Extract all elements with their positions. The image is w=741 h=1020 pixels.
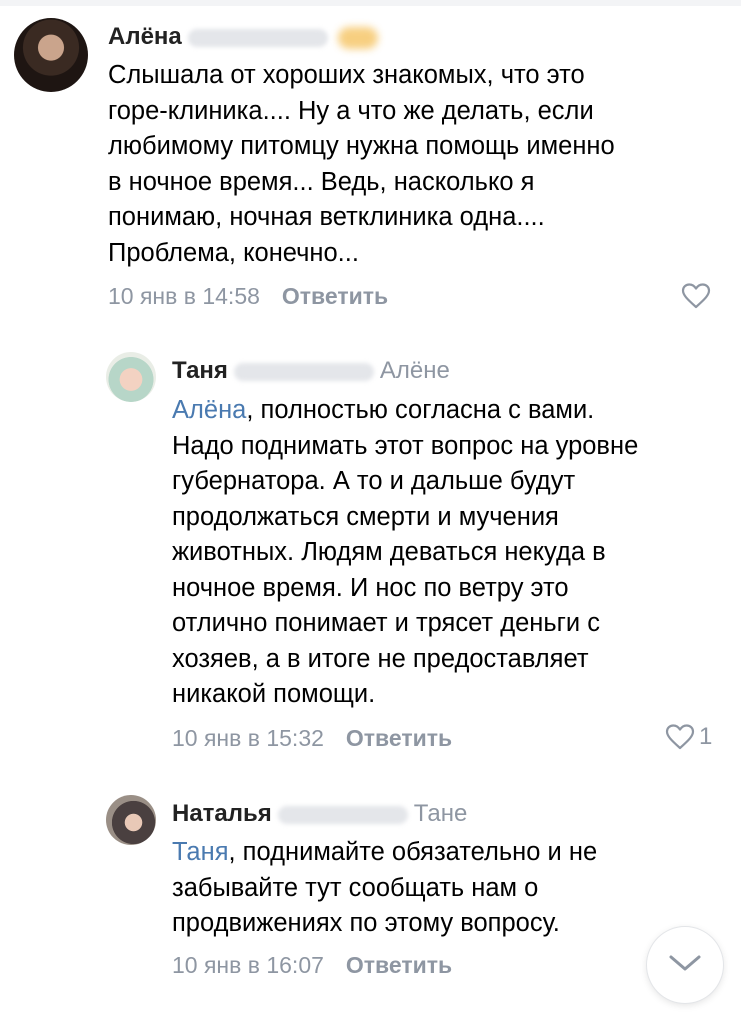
comment-header: Таня Алёне — [172, 356, 450, 386]
mention-link[interactable]: Таня — [172, 838, 229, 866]
blurred-surname — [233, 362, 374, 381]
reply-button[interactable]: Ответить — [346, 952, 452, 978]
like-button[interactable] — [681, 283, 715, 309]
author-name[interactable]: Таня — [172, 357, 228, 384]
comment-body: , полностью согласна с вами. Надо подним… — [172, 396, 639, 708]
comment-header: Алёна — [108, 22, 378, 52]
reply-button[interactable]: Ответить — [346, 725, 452, 751]
comment-date[interactable]: 10 янв в 15:32 — [172, 725, 324, 751]
reply-button[interactable]: Ответить — [282, 283, 388, 309]
scroll-down-button[interactable] — [647, 927, 723, 1003]
avatar[interactable] — [14, 18, 88, 92]
comment-meta: 10 янв в 16:07 Ответить — [172, 951, 452, 979]
comment-date[interactable]: 10 янв в 16:07 — [172, 952, 324, 978]
like-count: 1 — [699, 723, 713, 750]
comment-meta: 10 янв в 14:58 Ответить — [108, 282, 388, 310]
author-name[interactable]: Алёна — [108, 23, 182, 50]
heart-outline-icon — [665, 724, 695, 750]
mention-link[interactable]: Алёна — [172, 396, 246, 424]
like-button[interactable]: 1 — [665, 723, 712, 751]
blurred-emoji — [337, 26, 378, 49]
avatar[interactable] — [106, 352, 156, 402]
comment-text: Таня, поднимайте обязательно и не забыва… — [172, 835, 642, 942]
heart-outline-icon — [681, 283, 711, 309]
comment-text: Слышала от хороших знакомых, что это гор… — [108, 61, 615, 267]
avatar[interactable] — [106, 795, 156, 845]
comment-body: , поднимайте обязательно и не забывайте … — [172, 838, 598, 937]
comment-text: Алёна, полностью согласна с вами. Надо п… — [172, 393, 732, 713]
comment-meta: 10 янв в 15:32 Ответить — [172, 724, 452, 752]
chevron-down-icon — [668, 953, 702, 978]
reply-to-name[interactable]: Тане — [414, 800, 468, 827]
top-divider — [0, 0, 741, 6]
blurred-surname — [187, 28, 328, 47]
comment-header: Наталья Тане — [172, 799, 467, 829]
comment-date[interactable]: 10 янв в 14:58 — [108, 283, 260, 309]
reply-to-name[interactable]: Алёне — [380, 357, 450, 384]
author-name[interactable]: Наталья — [172, 800, 272, 827]
blurred-surname — [277, 805, 408, 824]
